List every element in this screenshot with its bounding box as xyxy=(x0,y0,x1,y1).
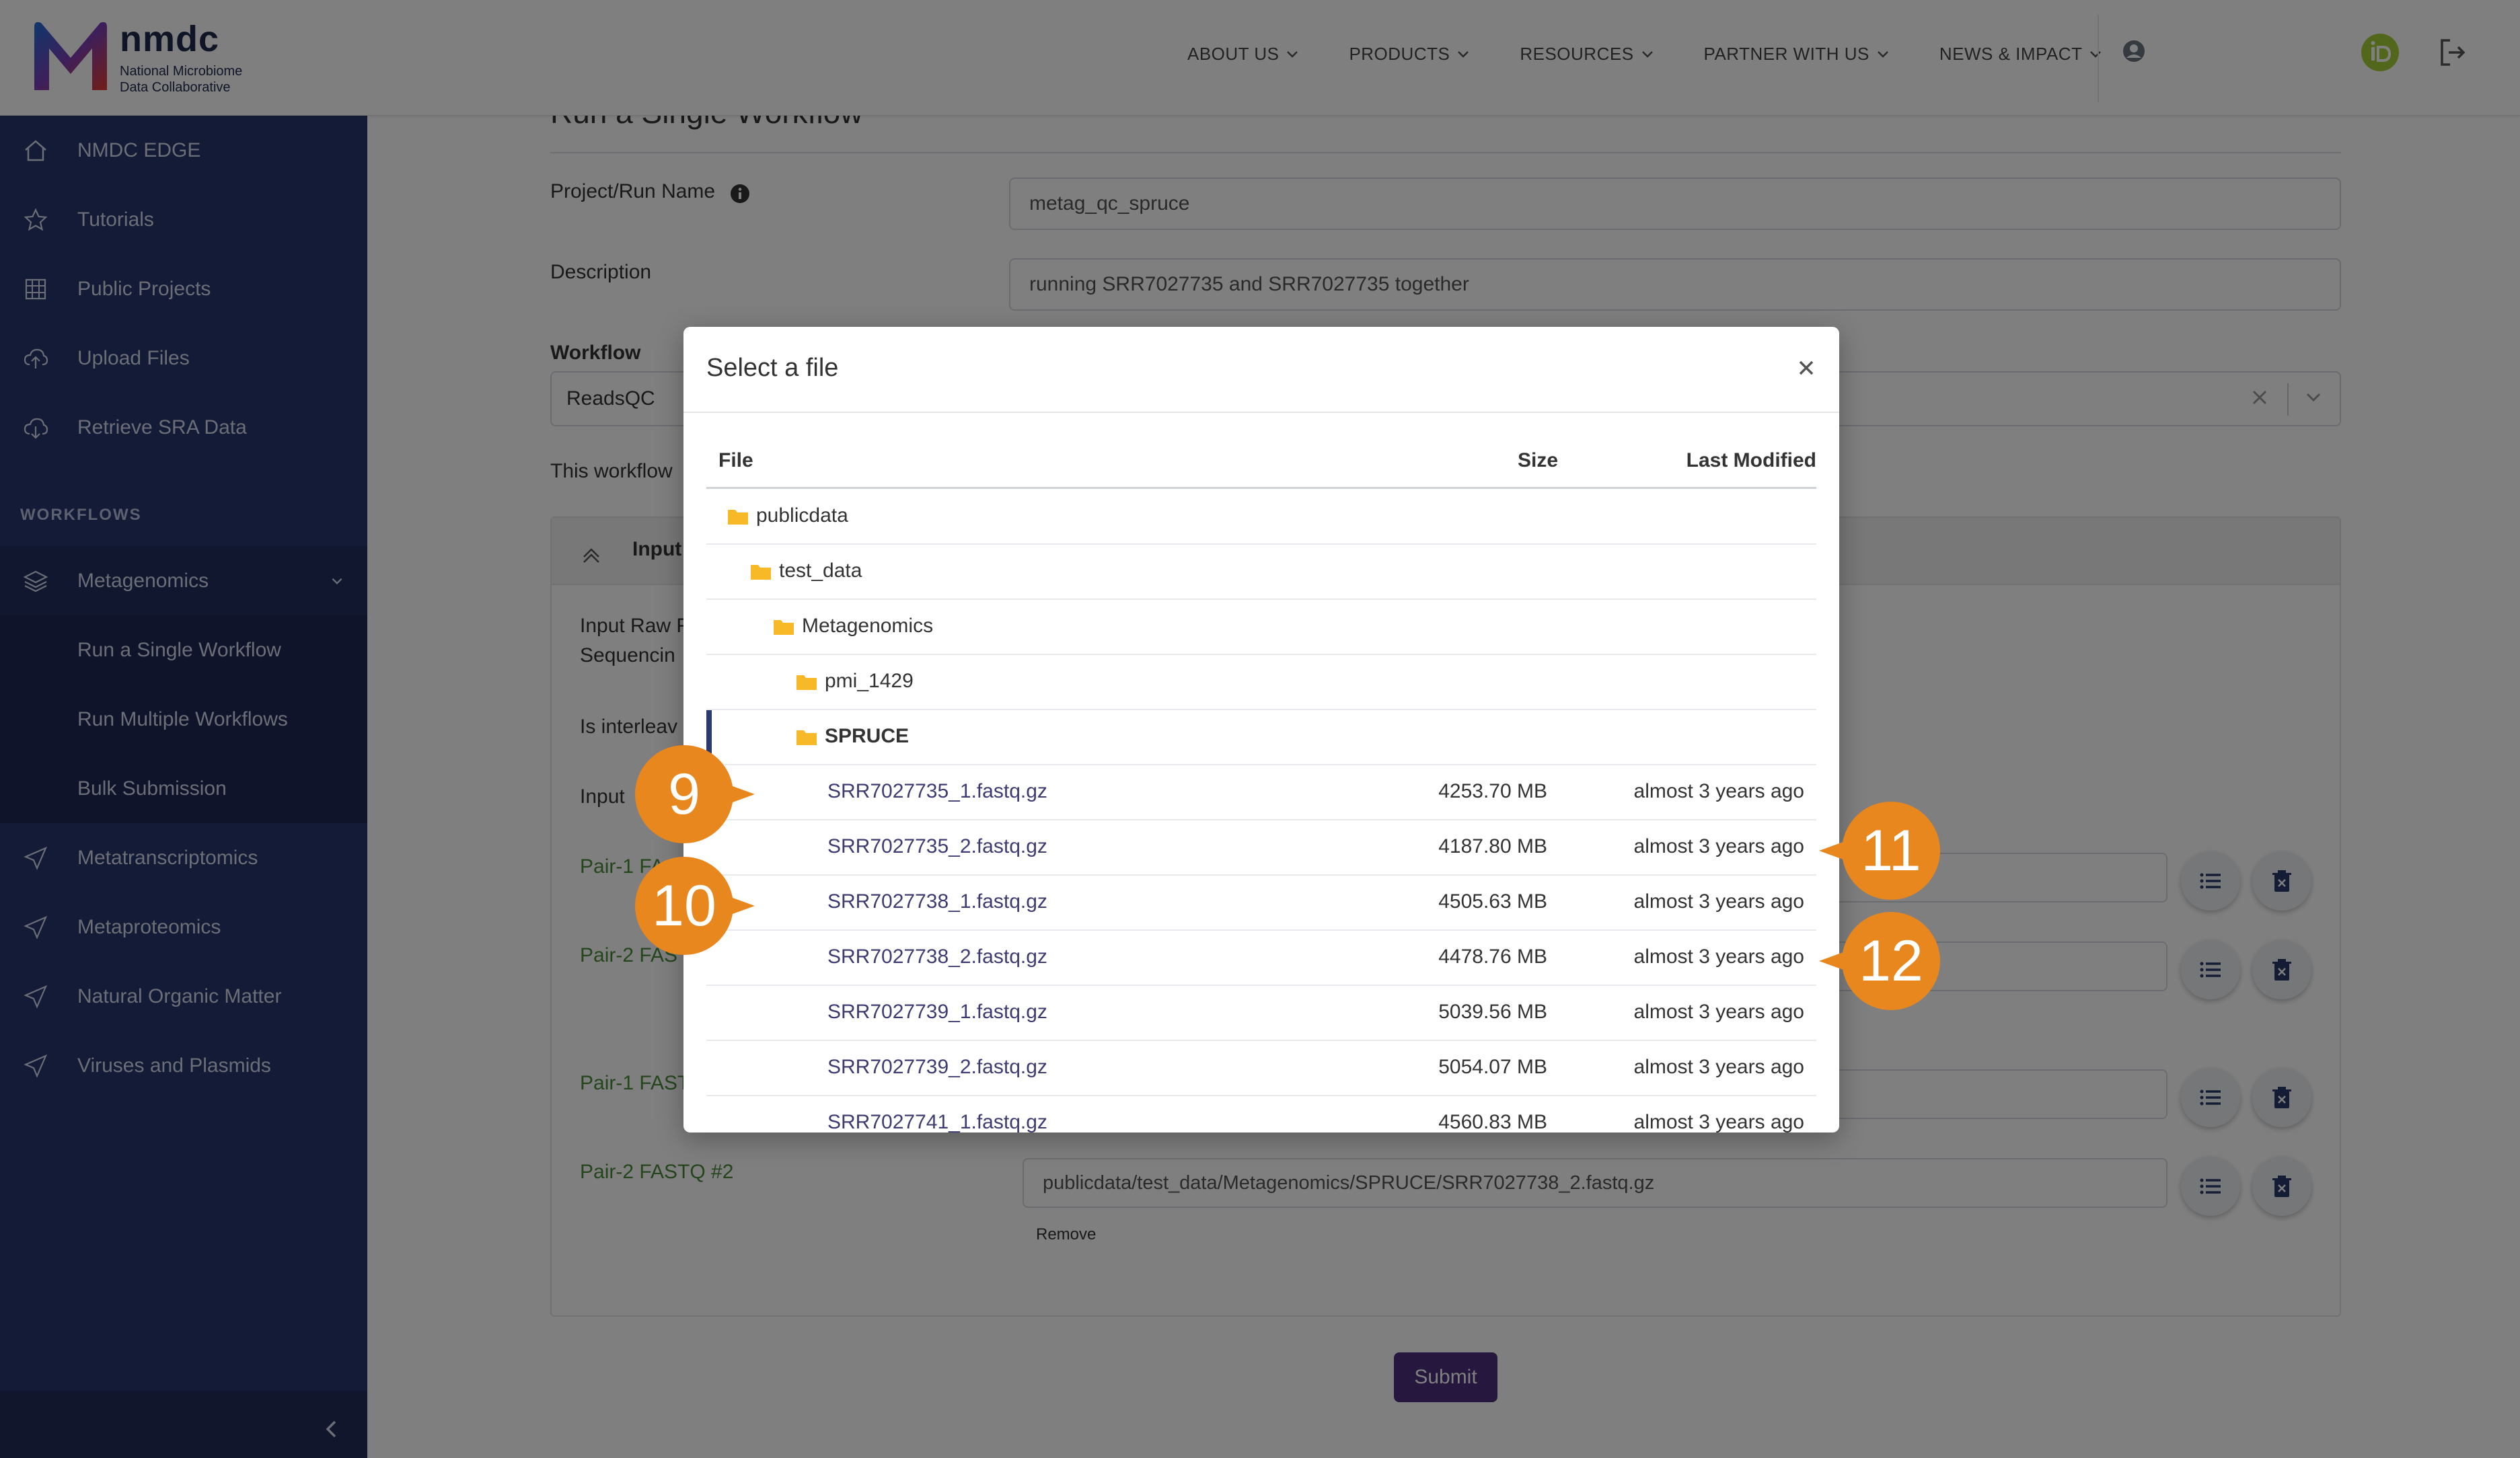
file-modified: almost 3 years ago xyxy=(1633,1001,1804,1023)
file-row[interactable]: SRR7027739_2.fastq.gz 5054.07 MB almost … xyxy=(706,1041,1816,1096)
column-header-size[interactable]: Size xyxy=(1504,449,1558,472)
callout-arrow xyxy=(1819,950,1849,972)
file-size: 4560.83 MB xyxy=(1438,1111,1547,1133)
folder-row-publicdata[interactable]: publicdata xyxy=(706,490,1816,545)
callout-badge-10: 10 xyxy=(635,857,733,955)
file-name: SRR7027739_1.fastq.gz xyxy=(827,1001,1047,1023)
select-file-modal: Select a file File Size Last Modified pu… xyxy=(683,327,1839,1133)
column-header-file[interactable]: File xyxy=(718,449,753,472)
file-modified: almost 3 years ago xyxy=(1633,835,1804,857)
file-size: 4187.80 MB xyxy=(1438,835,1547,857)
folder-name: SPRUCE xyxy=(825,725,910,747)
file-name: SRR7027741_1.fastq.gz xyxy=(827,1111,1047,1133)
callout-badge-12: 12 xyxy=(1842,912,1940,1010)
folder-icon xyxy=(796,730,817,745)
folder-row-spruce[interactable]: SPRUCE xyxy=(706,710,1816,765)
file-name: SRR7027738_1.fastq.gz xyxy=(827,890,1047,913)
folder-name: test_data xyxy=(779,560,862,582)
file-modified: almost 3 years ago xyxy=(1633,1111,1804,1133)
file-modified: almost 3 years ago xyxy=(1633,1056,1804,1078)
file-row[interactable]: SRR7027739_1.fastq.gz 5039.56 MB almost … xyxy=(706,986,1816,1041)
folder-icon xyxy=(728,510,748,525)
modal-title: Select a file xyxy=(706,354,839,382)
file-size: 5039.56 MB xyxy=(1438,1001,1547,1023)
file-row[interactable]: SRR7027741_1.fastq.gz 4560.83 MB almost … xyxy=(706,1096,1816,1133)
file-size: 4505.63 MB xyxy=(1438,890,1547,913)
folder-icon xyxy=(796,675,817,690)
folder-row-pmi-1429[interactable]: pmi_1429 xyxy=(706,655,1816,710)
folder-name: publicdata xyxy=(756,504,848,527)
callout-arrow xyxy=(1819,840,1849,861)
file-name: SRR7027738_2.fastq.gz xyxy=(827,946,1047,968)
folder-row-metagenomics[interactable]: Metagenomics xyxy=(706,600,1816,655)
table-header-divider xyxy=(706,487,1816,489)
file-row[interactable]: SRR7027738_2.fastq.gz 4478.76 MB almost … xyxy=(706,931,1816,986)
file-name: SRR7027735_2.fastq.gz xyxy=(827,835,1047,857)
folder-name: pmi_1429 xyxy=(825,670,914,692)
callout-arrow xyxy=(725,783,755,805)
file-size: 4253.70 MB xyxy=(1438,780,1547,802)
callout-badge-11: 11 xyxy=(1842,802,1940,900)
folder-icon xyxy=(774,620,794,635)
callout-badge-9: 9 xyxy=(635,745,733,843)
file-size: 4478.76 MB xyxy=(1438,946,1547,968)
folder-name: Metagenomics xyxy=(802,615,934,637)
file-row[interactable]: SRR7027738_1.fastq.gz 4505.63 MB almost … xyxy=(706,876,1816,931)
close-icon[interactable] xyxy=(1795,356,1818,379)
file-modified: almost 3 years ago xyxy=(1633,780,1804,802)
file-row[interactable]: SRR7027735_2.fastq.gz 4187.80 MB almost … xyxy=(706,820,1816,876)
file-name: SRR7027735_1.fastq.gz xyxy=(827,780,1047,802)
file-modified: almost 3 years ago xyxy=(1633,946,1804,968)
callout-arrow xyxy=(725,895,755,917)
file-name: SRR7027739_2.fastq.gz xyxy=(827,1056,1047,1078)
modal-header: Select a file xyxy=(683,327,1839,413)
folder-row-test-data[interactable]: test_data xyxy=(706,545,1816,600)
file-row[interactable]: SRR7027735_1.fastq.gz 4253.70 MB almost … xyxy=(706,765,1816,820)
folder-icon xyxy=(751,565,771,580)
file-size: 5054.07 MB xyxy=(1438,1056,1547,1078)
column-header-last-modified[interactable]: Last Modified xyxy=(1668,449,1816,472)
file-modified: almost 3 years ago xyxy=(1633,890,1804,913)
